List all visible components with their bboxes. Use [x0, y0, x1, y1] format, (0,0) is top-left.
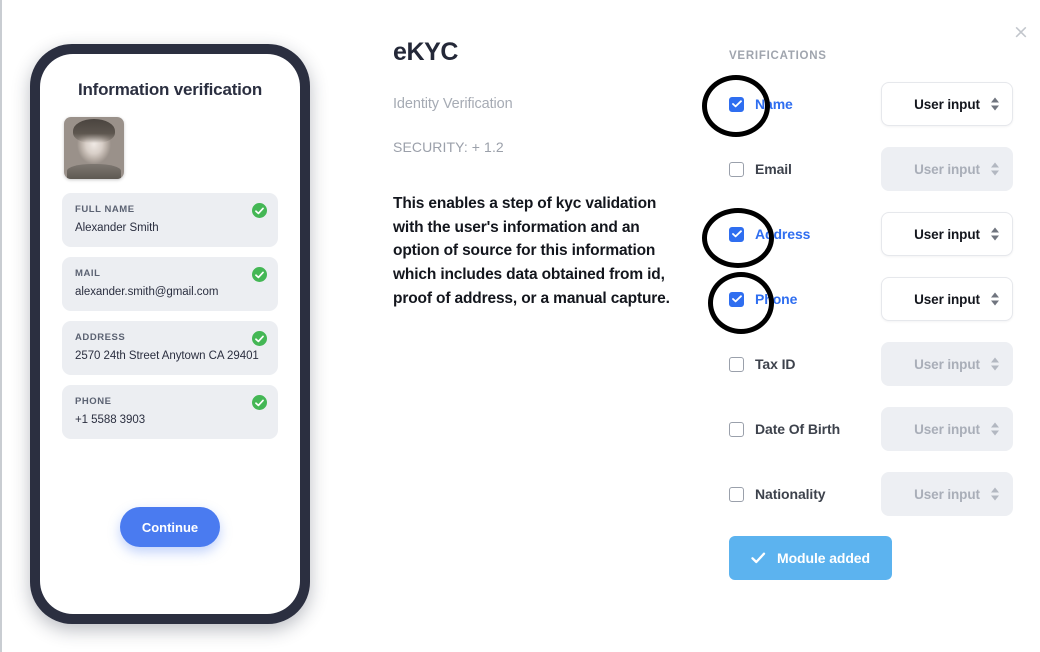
source-selector: User input: [881, 147, 1013, 191]
verification-checkbox-phone[interactable]: Phone: [729, 291, 881, 307]
info-card: PHONE +1 5588 3903: [62, 385, 278, 439]
source-selector-value: User input: [914, 291, 980, 307]
source-selector-value: User input: [914, 421, 980, 437]
verification-label: Nationality: [755, 486, 826, 502]
info-card-value: Alexander Smith: [75, 222, 159, 234]
close-icon[interactable]: ×: [1009, 20, 1033, 44]
info-card-label: MAIL: [75, 268, 101, 279]
module-added-button[interactable]: Module added: [729, 536, 892, 580]
stepper-arrows-icon[interactable]: [991, 97, 999, 111]
verified-check-icon: [252, 331, 267, 346]
verification-checkbox-name[interactable]: Name: [729, 96, 881, 112]
source-selector-value: User input: [914, 96, 980, 112]
module-subtitle: Identity Verification: [393, 96, 513, 112]
source-selector-value: User input: [914, 356, 980, 372]
verification-label: Phone: [755, 291, 798, 307]
check-icon: [751, 552, 766, 564]
verification-row: Name User input: [729, 81, 1019, 127]
stepper-arrows-icon[interactable]: [991, 292, 999, 306]
checkbox-checked-icon: [729, 226, 744, 242]
info-card: MAIL alexander.smith@gmail.com: [62, 257, 278, 311]
phone-screen: Information verification FULL NAME Alexan…: [40, 54, 300, 614]
verification-label: Email: [755, 161, 792, 177]
checkbox-checked-icon: [729, 291, 744, 307]
checkbox-empty-icon: [729, 486, 744, 502]
info-card-label: PHONE: [75, 396, 112, 407]
source-selector-value: User input: [914, 486, 980, 502]
info-card-label: FULL NAME: [75, 204, 135, 215]
verification-row-list: Name User input Email User input Address User…: [729, 81, 1019, 517]
verification-row: Phone User input: [729, 276, 1019, 322]
verification-row: Address User input: [729, 211, 1019, 257]
source-selector: User input: [881, 342, 1013, 386]
verification-checkbox-tax-id[interactable]: Tax ID: [729, 356, 881, 372]
stepper-arrows-icon[interactable]: [991, 357, 999, 371]
security-score: SECURITY: + 1.2: [393, 139, 504, 155]
verification-label: Name: [755, 96, 793, 112]
verification-row: Date Of Birth User input: [729, 406, 1019, 452]
verification-checkbox-nationality[interactable]: Nationality: [729, 486, 881, 502]
source-selector-value: User input: [914, 161, 980, 177]
module-details: eKYC Identity Verification SECURITY: + 1…: [393, 38, 683, 311]
source-selector-value: User input: [914, 226, 980, 242]
module-description: This enables a step of kyc validation wi…: [393, 195, 670, 307]
verification-label: Date Of Birth: [755, 421, 841, 437]
source-selector: User input: [881, 472, 1013, 516]
checkbox-empty-icon: [729, 356, 744, 372]
info-card: ADDRESS 2570 24th Street Anytown CA 29401: [62, 321, 278, 375]
info-card-value: alexander.smith@gmail.com: [75, 286, 219, 298]
source-selector[interactable]: User input: [881, 82, 1013, 126]
verification-label: Tax ID: [755, 356, 796, 372]
phone-mockup: Information verification FULL NAME Alexan…: [30, 44, 310, 624]
verifications-heading: VERIFICATIONS: [729, 50, 827, 62]
stepper-arrows-icon[interactable]: [991, 422, 999, 436]
source-selector[interactable]: User input: [881, 277, 1013, 321]
verification-checkbox-date-of-birth[interactable]: Date Of Birth: [729, 421, 881, 437]
verification-checkbox-address[interactable]: Address: [729, 226, 881, 242]
page-title: eKYC: [393, 38, 459, 66]
continue-button[interactable]: Continue: [120, 507, 220, 547]
checkbox-checked-icon: [729, 96, 744, 112]
verified-check-icon: [252, 395, 267, 410]
verification-row: Nationality User input: [729, 471, 1019, 517]
verification-checkbox-email[interactable]: Email: [729, 161, 881, 177]
verification-row: Email User input: [729, 146, 1019, 192]
avatar: [64, 117, 124, 179]
info-card-value: 2570 24th Street Anytown CA 29401: [75, 350, 259, 362]
source-selector: User input: [881, 407, 1013, 451]
verified-check-icon: [252, 267, 267, 282]
verifications-panel: VERIFICATIONS Name User input Email User in…: [729, 50, 1019, 580]
info-card-label: ADDRESS: [75, 332, 126, 343]
info-card-value: +1 5588 3903: [75, 414, 146, 426]
dialog-panel: × Information verification FULL NAME Alex…: [0, 0, 1040, 652]
source-selector[interactable]: User input: [881, 212, 1013, 256]
verification-row: Tax ID User input: [729, 341, 1019, 387]
module-added-label: Module added: [777, 550, 870, 566]
checkbox-empty-icon: [729, 421, 744, 437]
stepper-arrows-icon[interactable]: [991, 162, 999, 176]
verification-label: Address: [755, 226, 811, 242]
stepper-arrows-icon[interactable]: [991, 487, 999, 501]
phone-title: Information verification: [77, 80, 263, 99]
verified-check-icon: [252, 203, 267, 218]
stepper-arrows-icon[interactable]: [991, 227, 999, 241]
info-card: FULL NAME Alexander Smith: [62, 193, 278, 247]
info-field-list: FULL NAME Alexander Smith MAIL alexander.sm…: [62, 193, 278, 439]
checkbox-empty-icon: [729, 161, 744, 177]
